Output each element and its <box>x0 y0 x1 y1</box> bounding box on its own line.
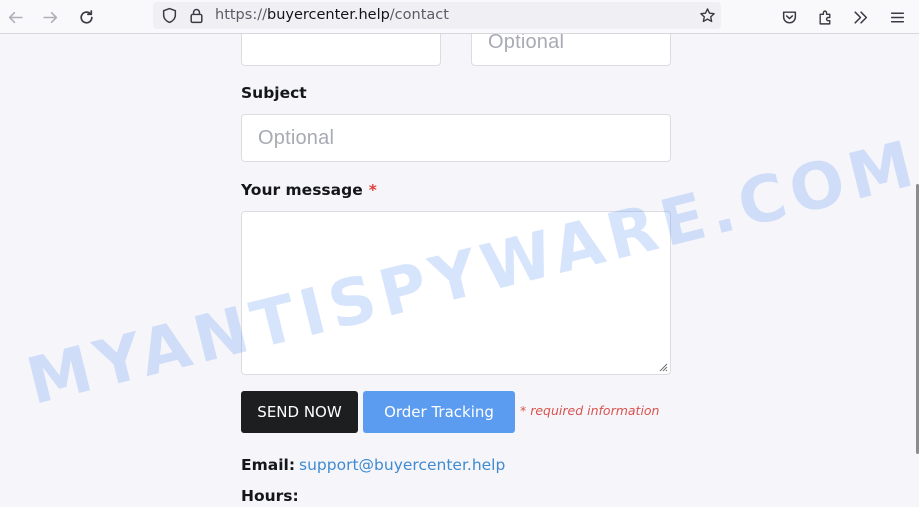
pocket-icon <box>782 10 796 24</box>
forward-button[interactable] <box>37 4 63 30</box>
message-label: Your message * <box>241 181 377 199</box>
subject-label: Subject <box>241 84 307 102</box>
url-scheme: https:// <box>215 7 267 23</box>
extensions-button[interactable] <box>812 4 838 30</box>
message-textarea[interactable] <box>241 211 671 375</box>
back-icon <box>8 11 23 23</box>
url-host: buyercenter.help <box>266 7 390 23</box>
browser-toolbar: https://buyercenter.help/contact <box>0 0 919 34</box>
send-now-button[interactable]: SEND NOW <box>241 391 358 433</box>
subject-input[interactable]: Optional <box>241 114 671 162</box>
reload-icon <box>79 9 93 24</box>
subject-input-placeholder: Optional <box>258 127 335 149</box>
overflow-icon <box>853 10 867 24</box>
menu-icon <box>890 12 904 22</box>
hours-line: Hours: <box>241 487 299 505</box>
order-tracking-button[interactable]: Order Tracking <box>363 391 515 433</box>
email-label: Email: <box>241 456 296 474</box>
hours-label: Hours: <box>241 487 299 505</box>
extensions-icon <box>818 10 830 25</box>
pocket-button[interactable] <box>776 4 802 30</box>
shield-icon[interactable] <box>161 7 178 24</box>
phone-input[interactable]: Optional <box>471 34 671 66</box>
menu-button[interactable] <box>884 4 910 30</box>
name-input[interactable] <box>241 34 441 66</box>
url-text[interactable]: https://buyercenter.help/contact <box>215 6 449 25</box>
url-path: /contact <box>389 7 449 23</box>
resize-handle-icon[interactable] <box>658 362 668 372</box>
overflow-button[interactable] <box>847 4 873 30</box>
forward-icon <box>42 11 57 23</box>
required-asterisk: * <box>368 181 377 199</box>
back-button[interactable] <box>2 4 28 30</box>
message-label-text: Your message <box>241 181 363 199</box>
address-bar[interactable]: https://buyercenter.help/contact <box>153 2 721 29</box>
star-icon[interactable] <box>699 7 716 24</box>
page-content: Optional Subject Optional Your message * … <box>0 34 919 507</box>
lock-icon[interactable] <box>188 7 205 24</box>
required-information-note: * required information <box>520 403 660 418</box>
reload-button[interactable] <box>73 4 99 30</box>
email-line: Email: support@buyercenter.help <box>241 456 505 474</box>
phone-input-placeholder: Optional <box>488 34 565 53</box>
email-link[interactable]: support@buyercenter.help <box>299 456 505 474</box>
